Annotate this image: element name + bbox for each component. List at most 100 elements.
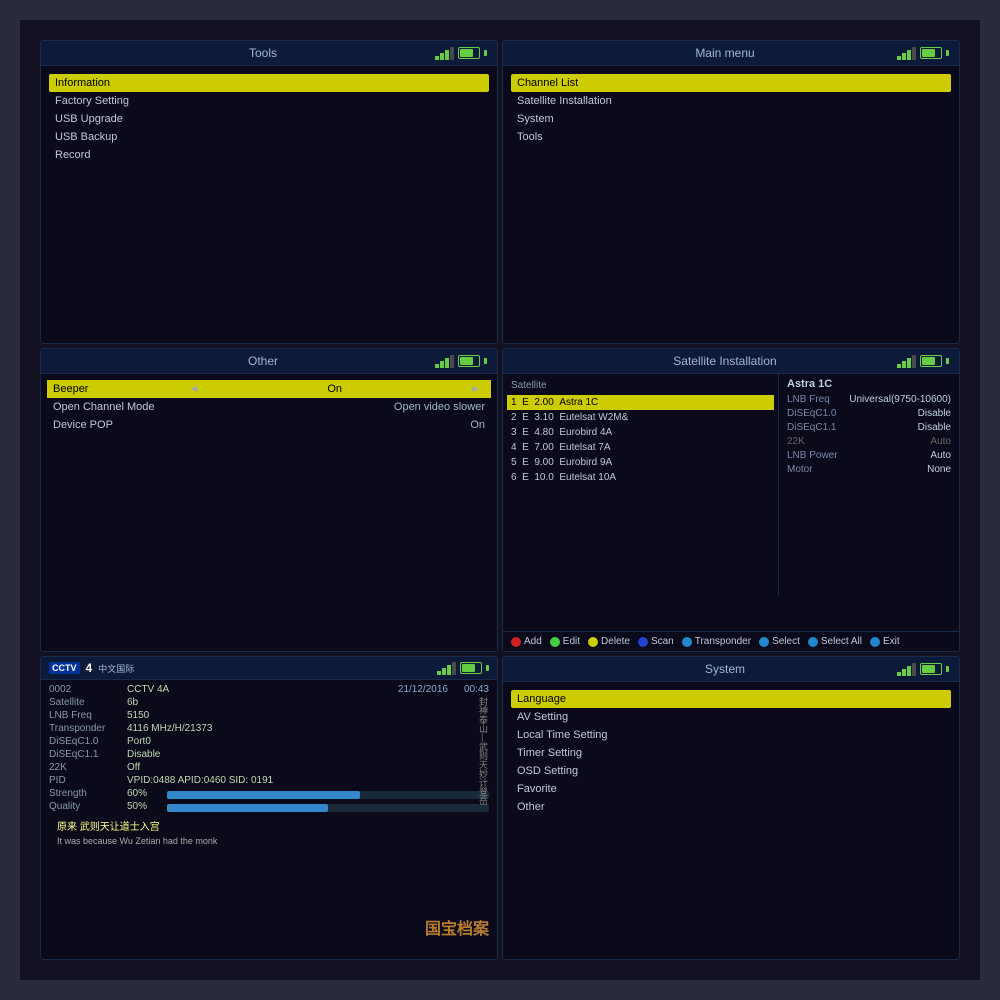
mainmenu-item-0[interactable]: Channel List bbox=[511, 74, 951, 92]
system-item-1[interactable]: AV Setting bbox=[511, 708, 951, 726]
sat-diseqc11-row: DiSEqC1.1 Disable bbox=[787, 422, 951, 433]
cyan-dot-4 bbox=[870, 637, 880, 647]
devicepop-value: On bbox=[197, 419, 485, 431]
tools-item-4[interactable]: Record bbox=[49, 146, 489, 164]
beeper-value: On bbox=[203, 383, 466, 395]
tools-item-3[interactable]: USB Backup bbox=[49, 128, 489, 146]
watermark: 国宝档案 bbox=[425, 915, 489, 939]
select-label: Select bbox=[772, 636, 800, 647]
sat-detail-name: Astra 1C bbox=[787, 378, 951, 390]
channel-22k-label: 22K bbox=[49, 762, 119, 773]
delete-label: Delete bbox=[601, 636, 630, 647]
channel-diseqc10-value: Port0 bbox=[127, 736, 151, 747]
channel-pid-label: PID bbox=[49, 775, 119, 786]
quality-bar-fill bbox=[167, 804, 328, 812]
channel-quality-label: Quality bbox=[49, 801, 119, 812]
system-item-4[interactable]: OSD Setting bbox=[511, 762, 951, 780]
channel-battery bbox=[460, 662, 482, 674]
sat-buttons: Add Edit Delete Scan bbox=[503, 631, 959, 651]
sat-diseqc11-value: Disable bbox=[918, 422, 951, 433]
channel-program-num: 0002 bbox=[49, 684, 119, 695]
channel-pid-value: VPID:0488 APID:0460 SID: 0191 bbox=[127, 775, 273, 786]
sat-signal bbox=[897, 355, 916, 368]
sat-item-4[interactable]: 5 E 9.00 Eurobird 9A bbox=[507, 455, 774, 470]
channel-transponder-row: Transponder 4116 MHz/H/21373 bbox=[49, 723, 489, 734]
channel-transponder-value: 4116 MHz/H/21373 bbox=[127, 723, 212, 734]
channel-pid-row: PID VPID:0488 APID:0460 SID: 0191 bbox=[49, 775, 489, 786]
other-header: Other bbox=[41, 349, 497, 374]
tools-item-1[interactable]: Factory Setting bbox=[49, 92, 489, 110]
sat-details: Astra 1C LNB Freq Universal(9750-10600) … bbox=[779, 374, 959, 595]
mainmenu-item-1[interactable]: Satellite Installation bbox=[511, 92, 951, 110]
sat-lnbfreq-label: LNB Freq bbox=[787, 394, 830, 405]
sat-item-1[interactable]: 2 E 3.10 Eutelsat W2M& bbox=[507, 410, 774, 425]
channel-number: 4 bbox=[86, 661, 93, 675]
signal-bars bbox=[435, 47, 454, 60]
strength-bar bbox=[167, 791, 489, 799]
sat-btn-scan[interactable]: Scan bbox=[638, 636, 674, 647]
mainmenu-header: Main menu bbox=[503, 41, 959, 66]
tools-item-2[interactable]: USB Upgrade bbox=[49, 110, 489, 128]
other-panel: Other Beeper bbox=[40, 348, 498, 652]
sat-lnbfreq-row: LNB Freq Universal(9750-10600) bbox=[787, 394, 951, 405]
channel-sat-label: Satellite bbox=[49, 697, 119, 708]
beeper-arrow-left: ◄ bbox=[188, 383, 199, 395]
mainmenu-item-3[interactable]: Tools bbox=[511, 128, 951, 146]
other-battery bbox=[458, 355, 480, 367]
sat-btn-transponder[interactable]: Transponder bbox=[682, 636, 751, 647]
channel-diseqc11-label: DiSEqC1.1 bbox=[49, 749, 119, 760]
system-item-6[interactable]: Other bbox=[511, 798, 951, 816]
system-content: Language AV Setting Local Time Setting T… bbox=[503, 682, 959, 824]
channel-program-row: 0002 CCTV 4A 21/12/2016 00:43 bbox=[49, 684, 489, 695]
system-item-5[interactable]: Favorite bbox=[511, 780, 951, 798]
system-signal bbox=[897, 663, 916, 676]
battery-icon bbox=[458, 47, 480, 59]
channel-transponder-label: Transponder bbox=[49, 723, 119, 734]
sat-btn-exit[interactable]: Exit bbox=[870, 636, 900, 647]
sat-item-0[interactable]: 1 E 2.00 Astra 1C bbox=[507, 395, 774, 410]
system-item-3[interactable]: Timer Setting bbox=[511, 744, 951, 762]
sat-22k-label: 22K bbox=[787, 436, 805, 447]
channel-signal bbox=[437, 662, 456, 675]
channel-22k-value: Off bbox=[127, 762, 140, 773]
sat-btn-add[interactable]: Add bbox=[511, 636, 542, 647]
sat-lnbfreq-value: Universal(9750-10600) bbox=[849, 394, 951, 405]
channel-info: 0002 CCTV 4A 21/12/2016 00:43 Satellite … bbox=[41, 680, 497, 851]
channel-satellite-row: Satellite 6b bbox=[49, 697, 489, 708]
tools-item-0[interactable]: Information bbox=[49, 74, 489, 92]
cyan-dot-1 bbox=[682, 637, 692, 647]
tools-header: Tools bbox=[41, 41, 497, 66]
mainmenu-item-2[interactable]: System bbox=[511, 110, 951, 128]
system-panel: System Language AV Setting bbox=[502, 656, 960, 960]
channel-diseqc11-value: Disable bbox=[127, 749, 160, 760]
system-battery bbox=[920, 663, 942, 675]
channel-quality-pct: 50% bbox=[127, 801, 159, 812]
openchannel-label: Open Channel Mode bbox=[53, 401, 197, 413]
sat-btn-select[interactable]: Select bbox=[759, 636, 800, 647]
other-beeper-row[interactable]: Beeper ◄ On ► bbox=[47, 380, 491, 398]
other-openchannel-row[interactable]: Open Channel Mode Open video slower bbox=[47, 398, 491, 416]
system-item-2[interactable]: Local Time Setting bbox=[511, 726, 951, 744]
main-container: Tools Information Factory Settin bbox=[20, 20, 980, 980]
sat-diseqc10-label: DiSEqC1.0 bbox=[787, 408, 836, 419]
sat-btn-selectall[interactable]: Select All bbox=[808, 636, 862, 647]
sat-item-2[interactable]: 3 E 4.80 Eurobird 4A bbox=[507, 425, 774, 440]
channel-strength-label: Strength bbox=[49, 788, 119, 799]
exit-label: Exit bbox=[883, 636, 900, 647]
channel-header: CCTV 4 中文国际 bbox=[41, 657, 497, 680]
channel-lnbfreq-value: 5150 bbox=[127, 710, 149, 721]
channel-lnbfreq-label: LNB Freq bbox=[49, 710, 119, 721]
sat-item-3[interactable]: 4 E 7.00 Eutelsat 7A bbox=[507, 440, 774, 455]
other-devicepop-row[interactable]: Device POP On bbox=[47, 416, 491, 434]
edit-label: Edit bbox=[563, 636, 580, 647]
sat-btn-delete[interactable]: Delete bbox=[588, 636, 630, 647]
devicepop-label: Device POP bbox=[53, 419, 197, 431]
system-item-0[interactable]: Language bbox=[511, 690, 951, 708]
system-title: System bbox=[553, 662, 897, 676]
sat-lnbpower-row: LNB Power Auto bbox=[787, 450, 951, 461]
sat-panel-body: Satellite 1 E 2.00 Astra 1C 2 E 3.10 Eut… bbox=[503, 374, 959, 651]
selectall-label: Select All bbox=[821, 636, 862, 647]
sat-btn-edit[interactable]: Edit bbox=[550, 636, 580, 647]
sat-item-5[interactable]: 6 E 10.0 Eutelsat 10A bbox=[507, 470, 774, 485]
scan-label: Scan bbox=[651, 636, 674, 647]
